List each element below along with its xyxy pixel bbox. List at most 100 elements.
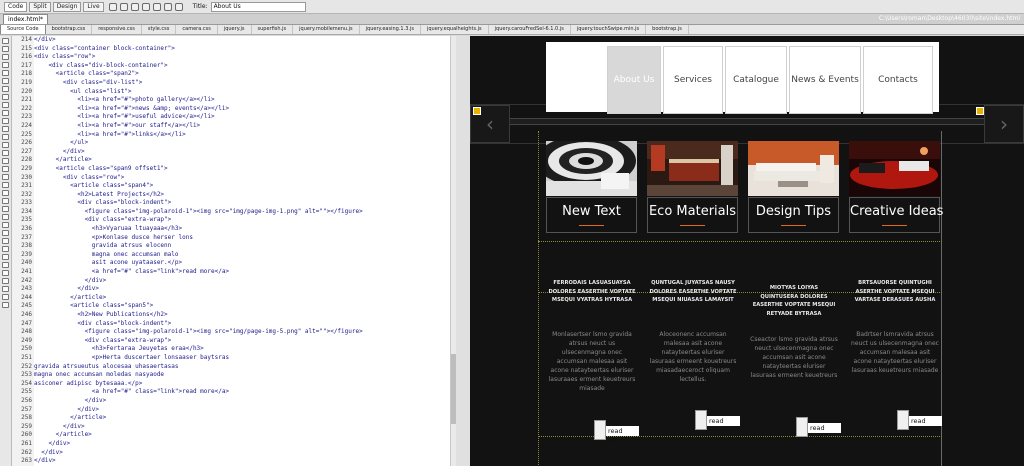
coding-tool-icon[interactable] [2,54,9,60]
related-file[interactable]: jquery.equalheights.js [421,25,489,34]
coding-tool-icon[interactable] [2,190,9,196]
related-file[interactable]: responsive.css [92,25,142,34]
code-line: <article class="span4"> [34,182,154,190]
coding-tool-icon[interactable] [2,70,9,76]
coding-tool-icon[interactable] [2,222,9,228]
coding-tool-icon[interactable] [2,102,9,108]
line-number: 238 [21,242,32,250]
card-text: Aloceonenc accumsan malesaa asit acone n… [649,331,737,383]
coding-tool-icon[interactable] [2,142,9,148]
line-number: 257 [21,405,32,413]
read-more-button[interactable]: read more [897,410,942,435]
coding-tool-icon[interactable] [2,166,9,172]
related-file[interactable]: jquery.easing.1.3.js [360,25,421,34]
abstract-spiral-image [546,141,637,196]
nav-item-news-events[interactable]: News & Events [789,46,861,114]
inspect-icon[interactable] [108,2,117,11]
coding-tool-icon[interactable] [2,86,9,92]
coding-tool-icon[interactable] [2,38,9,44]
line-number: 231 [21,182,32,190]
split-divider[interactable] [456,36,470,466]
title-input[interactable]: About Us [210,1,306,12]
nav-item-about-us[interactable]: About Us [607,46,661,114]
line-number: 244 [21,293,32,301]
read-more-button[interactable]: read more [594,420,639,445]
line-number: 236 [21,225,32,233]
code-line: <div class="block-indent"> [34,199,172,207]
coding-tool-icon[interactable] [2,246,9,252]
related-file[interactable]: jquery.mobilemenu.js [293,25,360,34]
coding-tool-icon[interactable] [2,46,9,52]
chevron-right-icon[interactable]: › [984,105,1024,143]
coding-tool-icon[interactable] [2,270,9,276]
coding-tool-icon[interactable] [2,94,9,100]
related-file[interactable]: bootstrap.css [46,25,93,34]
script-marker-icon [976,107,984,115]
coding-tool-icon[interactable] [2,62,9,68]
coding-tool-icon[interactable] [2,134,9,140]
coding-tool-icon[interactable] [2,214,9,220]
coding-tool-icon[interactable] [2,302,9,308]
coding-tool-icon[interactable] [2,78,9,84]
coding-tool-icon[interactable] [2,182,9,188]
design-view-button[interactable]: Design [52,1,82,12]
multiscreen-icon[interactable] [119,2,128,11]
document-tab-index[interactable]: index.html* [3,14,48,24]
code-line: <article class="span9 offset1"> [34,164,168,172]
file-management-icon[interactable] [141,2,150,11]
line-number: 253 [21,371,32,379]
card-image [849,141,940,196]
coding-tool-icon[interactable] [2,158,9,164]
code-line: </div> [34,457,56,465]
refresh-icon[interactable] [152,2,161,11]
coding-tool-icon[interactable] [2,206,9,212]
related-file[interactable]: style.css [142,25,177,34]
coding-tool-icon[interactable] [2,126,9,132]
code-view-button[interactable]: Code [4,1,28,12]
code-line: <li><a href="#">useful advice</a></li> [34,113,215,121]
coding-tool-icon[interactable] [2,262,9,268]
live-view-button[interactable]: Live [83,1,104,12]
coding-toolbar [0,36,12,466]
related-file[interactable]: jquery.js [218,25,252,34]
related-files-bar: Source Code bootstrap.css responsive.css… [0,25,1024,35]
read-more-button[interactable]: read more [796,417,841,442]
read-more-button[interactable]: read more [695,410,740,435]
related-file[interactable]: camera.css [176,25,218,34]
related-file[interactable]: bootstrap.js [646,25,689,34]
line-number: 255 [21,388,32,396]
coding-tool-icon[interactable] [2,286,9,292]
line-number: 225 [21,130,32,138]
coding-tool-icon[interactable] [2,238,9,244]
code-line: <ul class="list"> [34,87,132,95]
line-number: 224 [21,121,32,129]
related-file-source-code[interactable]: Source Code [0,25,46,34]
coding-tool-icon[interactable] [2,254,9,260]
coding-tool-icon[interactable] [2,118,9,124]
title-underline [882,225,907,226]
preview-browser-icon[interactable] [130,2,139,11]
related-file[interactable]: jquery.touchSwipe.min.js [571,25,647,34]
feature-card: Design Tips MIOTYAS LOIYAS QUINTUSERA DO… [748,141,841,442]
coding-tool-icon[interactable] [2,198,9,204]
coding-tool-icon[interactable] [2,174,9,180]
coding-tool-icon[interactable] [2,294,9,300]
line-number: 219 [21,78,32,86]
nav-item-catalogue[interactable]: Catalogue [725,46,787,114]
check-page-icon[interactable] [174,2,183,11]
related-file[interactable]: jquery.carouFredSel-6.1.0.js [489,25,571,34]
split-view-button[interactable]: Split [29,1,51,12]
code-line: <div class="container block-container"> [34,44,175,52]
coding-tool-icon[interactable] [2,278,9,284]
nav-item-contacts[interactable]: Contacts [863,46,933,114]
coding-tool-icon[interactable] [2,110,9,116]
line-number: 261 [21,439,32,447]
code-line: </div> [34,36,56,43]
nav-item-services[interactable]: Services [663,46,723,114]
coding-tool-icon[interactable] [2,150,9,156]
line-number: 243 [21,285,32,293]
related-file[interactable]: superfish.js [252,25,294,34]
visual-aids-icon[interactable] [163,2,172,11]
coding-tool-icon[interactable] [2,230,9,236]
code-editor[interactable]: </div> <div class="container block-contai… [34,36,450,466]
